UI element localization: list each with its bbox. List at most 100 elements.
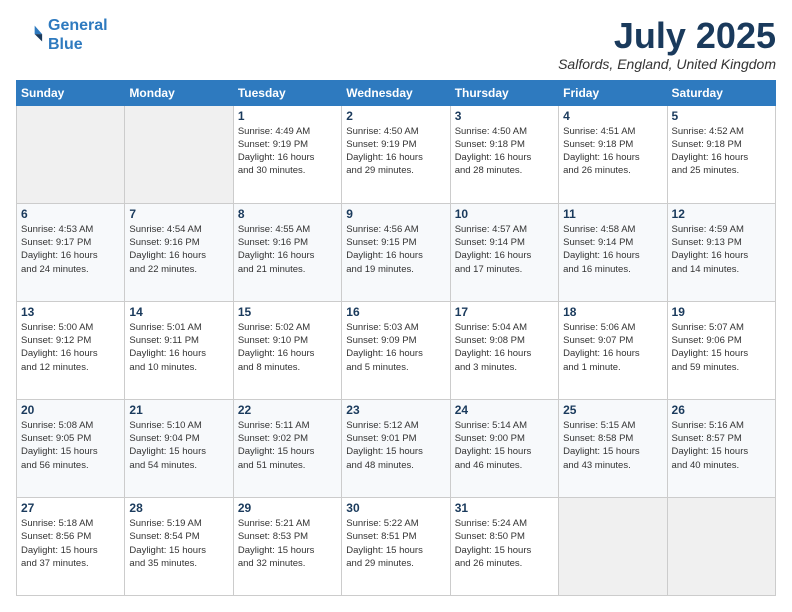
location: Salfords, England, United Kingdom [558, 56, 776, 72]
day-detail: Sunrise: 5:18 AM Sunset: 8:56 PM Dayligh… [21, 517, 120, 570]
calendar-cell [667, 497, 775, 595]
header-wednesday: Wednesday [342, 80, 450, 105]
day-detail: Sunrise: 5:22 AM Sunset: 8:51 PM Dayligh… [346, 517, 445, 570]
calendar-week-3: 20Sunrise: 5:08 AM Sunset: 9:05 PM Dayli… [17, 399, 776, 497]
day-detail: Sunrise: 4:49 AM Sunset: 9:19 PM Dayligh… [238, 125, 337, 178]
calendar-cell [559, 497, 667, 595]
day-number: 24 [455, 403, 554, 417]
calendar-week-4: 27 Sunrise: 5:18 AM Sunset: 8:56 PM Dayli… [17, 497, 776, 595]
day-detail: Sunrise: 5:08 AM Sunset: 9:05 PM Dayligh… [21, 419, 120, 472]
calendar-cell [125, 105, 233, 203]
calendar-cell: 8 Sunrise: 4:55 AM Sunset: 9:16 PM Daylig… [233, 203, 341, 301]
day-detail: Sunrise: 5:16 AM Sunset: 8:57 PM Dayligh… [672, 419, 771, 472]
calendar-cell: 12 Sunrise: 4:59 AM Sunset: 9:13 PM Dayli… [667, 203, 775, 301]
calendar-week-0: 1 Sunrise: 4:49 AM Sunset: 9:19 PM Daylig… [17, 105, 776, 203]
calendar-cell: 14 Sunrise: 5:01 AM Sunset: 9:11 PM Dayli… [125, 301, 233, 399]
day-number: 15 [238, 305, 337, 319]
calendar-cell: 1 Sunrise: 4:49 AM Sunset: 9:19 PM Daylig… [233, 105, 341, 203]
calendar-week-2: 13 Sunrise: 5:00 AM Sunset: 9:12 PM Dayli… [17, 301, 776, 399]
day-number: 6 [21, 207, 120, 221]
day-number: 13 [21, 305, 120, 319]
logo-text: General Blue [48, 16, 108, 54]
logo-line1: General [48, 17, 108, 34]
calendar-cell: 11 Sunrise: 4:58 AM Sunset: 9:14 PM Dayli… [559, 203, 667, 301]
page: General Blue July 2025 Salfords, England… [0, 0, 792, 612]
calendar-cell: 13 Sunrise: 5:00 AM Sunset: 9:12 PM Dayli… [17, 301, 125, 399]
calendar-cell: 21Sunrise: 5:10 AM Sunset: 9:04 PM Dayli… [125, 399, 233, 497]
day-number: 7 [129, 207, 228, 221]
day-number: 14 [129, 305, 228, 319]
calendar-table: Sunday Monday Tuesday Wednesday Thursday… [16, 80, 776, 596]
calendar-cell: 25Sunrise: 5:15 AM Sunset: 8:58 PM Dayli… [559, 399, 667, 497]
day-number: 29 [238, 501, 337, 515]
day-number: 11 [563, 207, 662, 221]
day-detail: Sunrise: 4:50 AM Sunset: 9:19 PM Dayligh… [346, 125, 445, 178]
calendar-cell: 4Sunrise: 4:51 AM Sunset: 9:18 PM Daylig… [559, 105, 667, 203]
header-monday: Monday [125, 80, 233, 105]
day-number: 2 [346, 109, 445, 123]
day-detail: Sunrise: 5:14 AM Sunset: 9:00 PM Dayligh… [455, 419, 554, 472]
day-number: 21 [129, 403, 228, 417]
day-number: 12 [672, 207, 771, 221]
day-number: 22 [238, 403, 337, 417]
day-detail: Sunrise: 5:19 AM Sunset: 8:54 PM Dayligh… [129, 517, 228, 570]
day-number: 31 [455, 501, 554, 515]
day-number: 1 [238, 109, 337, 123]
calendar-cell: 20Sunrise: 5:08 AM Sunset: 9:05 PM Dayli… [17, 399, 125, 497]
header: General Blue July 2025 Salfords, England… [16, 16, 776, 72]
day-number: 30 [346, 501, 445, 515]
day-number: 16 [346, 305, 445, 319]
day-detail: Sunrise: 4:59 AM Sunset: 9:13 PM Dayligh… [672, 223, 771, 276]
day-number: 25 [563, 403, 662, 417]
day-detail: Sunrise: 5:07 AM Sunset: 9:06 PM Dayligh… [672, 321, 771, 374]
header-thursday: Thursday [450, 80, 558, 105]
day-detail: Sunrise: 5:11 AM Sunset: 9:02 PM Dayligh… [238, 419, 337, 472]
day-number: 17 [455, 305, 554, 319]
day-detail: Sunrise: 4:55 AM Sunset: 9:16 PM Dayligh… [238, 223, 337, 276]
month-title: July 2025 [558, 16, 776, 56]
calendar-cell: 19 Sunrise: 5:07 AM Sunset: 9:06 PM Dayli… [667, 301, 775, 399]
day-number: 26 [672, 403, 771, 417]
logo-icon [16, 21, 44, 49]
calendar-cell: 28 Sunrise: 5:19 AM Sunset: 8:54 PM Dayli… [125, 497, 233, 595]
day-detail: Sunrise: 4:57 AM Sunset: 9:14 PM Dayligh… [455, 223, 554, 276]
calendar-cell: 22 Sunrise: 5:11 AM Sunset: 9:02 PM Dayli… [233, 399, 341, 497]
calendar-cell [17, 105, 125, 203]
logo-line2: Blue [48, 36, 83, 53]
day-number: 3 [455, 109, 554, 123]
day-detail: Sunrise: 5:02 AM Sunset: 9:10 PM Dayligh… [238, 321, 337, 374]
day-detail: Sunrise: 4:58 AM Sunset: 9:14 PM Dayligh… [563, 223, 662, 276]
day-detail: Sunrise: 4:54 AM Sunset: 9:16 PM Dayligh… [129, 223, 228, 276]
day-number: 27 [21, 501, 120, 515]
day-detail: Sunrise: 4:50 AM Sunset: 9:18 PM Dayligh… [455, 125, 554, 178]
day-detail: Sunrise: 5:24 AM Sunset: 8:50 PM Dayligh… [455, 517, 554, 570]
day-number: 28 [129, 501, 228, 515]
day-number: 19 [672, 305, 771, 319]
calendar-cell: 29Sunrise: 5:21 AM Sunset: 8:53 PM Dayli… [233, 497, 341, 595]
day-number: 10 [455, 207, 554, 221]
calendar-cell: 3 Sunrise: 4:50 AM Sunset: 9:18 PM Daylig… [450, 105, 558, 203]
calendar-cell: 30 Sunrise: 5:22 AM Sunset: 8:51 PM Dayli… [342, 497, 450, 595]
calendar-header-row: Sunday Monday Tuesday Wednesday Thursday… [17, 80, 776, 105]
title-block: July 2025 Salfords, England, United King… [558, 16, 776, 72]
day-detail: Sunrise: 5:00 AM Sunset: 9:12 PM Dayligh… [21, 321, 120, 374]
day-detail: Sunrise: 4:53 AM Sunset: 9:17 PM Dayligh… [21, 223, 120, 276]
day-detail: Sunrise: 5:01 AM Sunset: 9:11 PM Dayligh… [129, 321, 228, 374]
day-number: 4 [563, 109, 662, 123]
header-tuesday: Tuesday [233, 80, 341, 105]
calendar-cell: 27 Sunrise: 5:18 AM Sunset: 8:56 PM Dayli… [17, 497, 125, 595]
day-number: 9 [346, 207, 445, 221]
day-number: 8 [238, 207, 337, 221]
header-saturday: Saturday [667, 80, 775, 105]
day-number: 23 [346, 403, 445, 417]
calendar-cell: 16Sunrise: 5:03 AM Sunset: 9:09 PM Dayli… [342, 301, 450, 399]
calendar-cell: 10 Sunrise: 4:57 AM Sunset: 9:14 PM Dayli… [450, 203, 558, 301]
day-detail: Sunrise: 5:12 AM Sunset: 9:01 PM Dayligh… [346, 419, 445, 472]
calendar-cell: 9Sunrise: 4:56 AM Sunset: 9:15 PM Daylig… [342, 203, 450, 301]
calendar-cell: 2 Sunrise: 4:50 AM Sunset: 9:19 PM Daylig… [342, 105, 450, 203]
calendar-cell: 5Sunrise: 4:52 AM Sunset: 9:18 PM Daylig… [667, 105, 775, 203]
day-number: 18 [563, 305, 662, 319]
calendar-cell: 6 Sunrise: 4:53 AM Sunset: 9:17 PM Daylig… [17, 203, 125, 301]
day-detail: Sunrise: 5:04 AM Sunset: 9:08 PM Dayligh… [455, 321, 554, 374]
calendar-week-1: 6 Sunrise: 4:53 AM Sunset: 9:17 PM Daylig… [17, 203, 776, 301]
